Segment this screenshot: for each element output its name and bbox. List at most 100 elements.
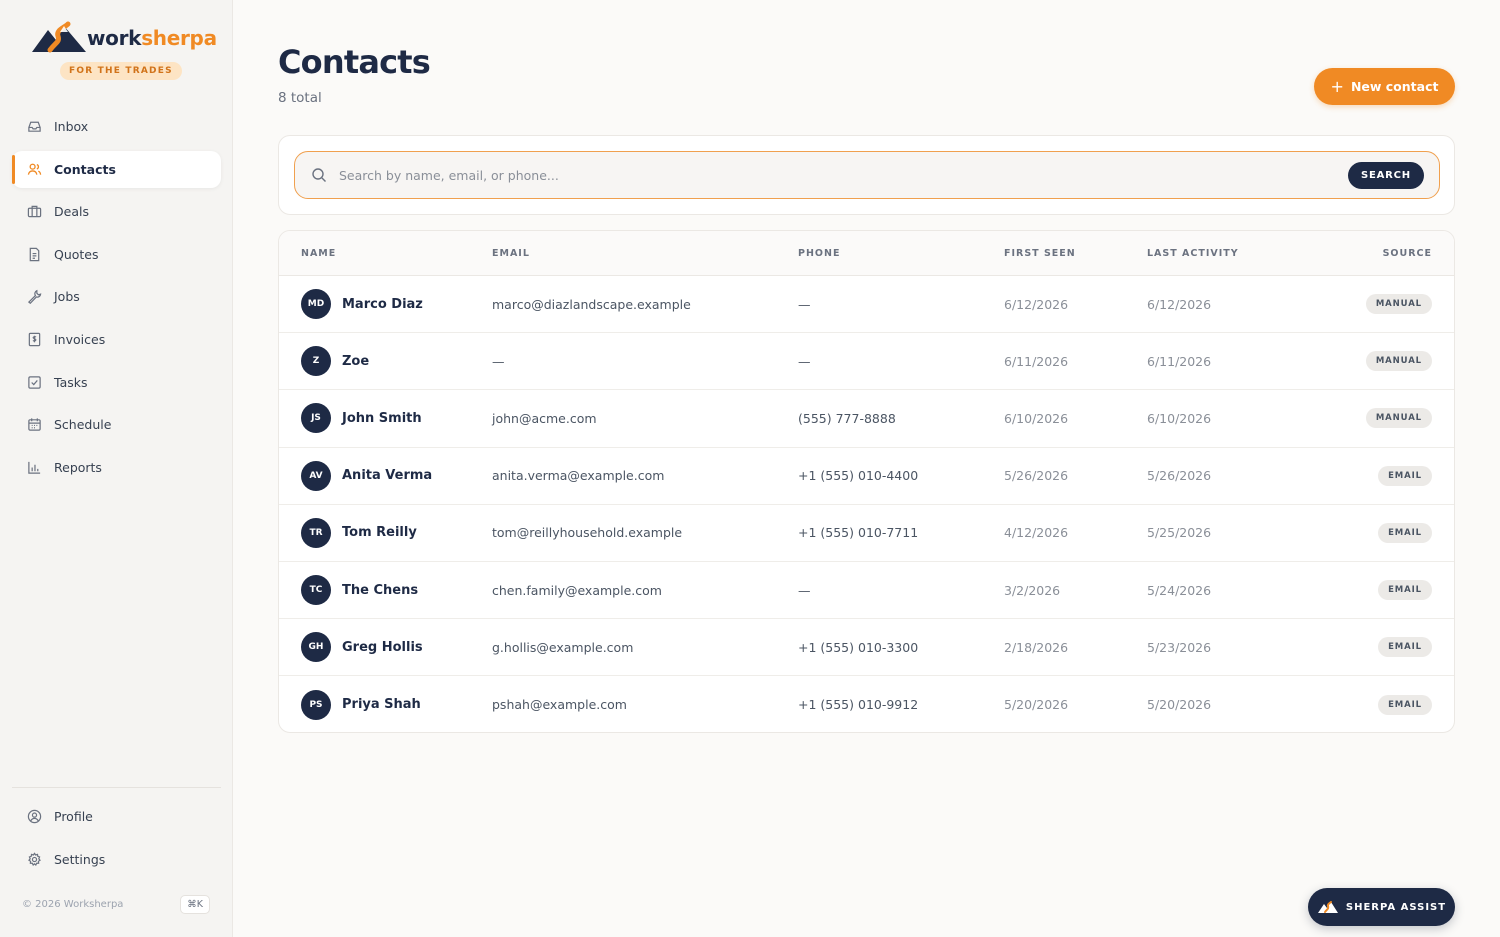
sidebar: worksherpa FOR THE TRADES Inbox Contacts…	[0, 0, 233, 937]
sidebar-item-inbox[interactable]: Inbox	[12, 108, 221, 145]
contact-email: john@acme.com	[492, 410, 597, 426]
sidebar-item-label: Deals	[54, 204, 89, 220]
table-row[interactable]: AV Anita Verma anita.verma@example.com +1…	[279, 448, 1454, 505]
contact-first-seen: 6/12/2026	[1004, 296, 1069, 312]
contact-count: 8 total	[278, 90, 322, 106]
contact-phone: —	[798, 582, 811, 598]
contact-first-seen: 3/2/2026	[1004, 582, 1061, 598]
avatar: MD	[301, 289, 331, 320]
briefcase-icon	[26, 204, 42, 220]
column-header-first-seen[interactable]: FIRST SEEN	[1004, 248, 1147, 259]
sidebar-item-label: Tasks	[54, 374, 88, 390]
contact-phone: +1 (555) 010-4400	[798, 468, 919, 484]
mountain-logo-icon	[32, 21, 86, 53]
contact-name[interactable]: John Smith	[342, 411, 422, 426]
inbox-icon	[26, 119, 42, 135]
table-row[interactable]: TR Tom Reilly tom@reillyhousehold.example…	[279, 505, 1454, 562]
search-button[interactable]: SEARCH	[1348, 161, 1424, 189]
source-badge: EMAIL	[1378, 694, 1432, 715]
brand-name: worksherpa	[87, 26, 217, 50]
table-row[interactable]: GH Greg Hollis g.hollis@example.com +1 (5…	[279, 619, 1454, 677]
sidebar-item-jobs[interactable]: Jobs	[12, 278, 221, 315]
contact-name[interactable]: Marco Diaz	[342, 297, 423, 312]
contact-phone: (555) 777-8888	[798, 410, 896, 426]
sherpa-assist-button[interactable]: SHERPA ASSIST	[1308, 888, 1455, 926]
source-badge: MANUAL	[1365, 408, 1432, 429]
contact-last-activity: 5/25/2026	[1147, 525, 1212, 541]
calendar-icon	[26, 417, 42, 433]
contact-email: anita.verma@example.com	[492, 468, 665, 484]
avatar: Z	[301, 346, 331, 377]
search-icon	[312, 168, 326, 182]
document-icon	[26, 246, 42, 262]
sidebar-item-label: Settings	[54, 851, 106, 867]
table-row[interactable]: MD Marco Diaz marco@diazlandscape.example…	[279, 276, 1454, 334]
contact-first-seen: 4/12/2026	[1004, 525, 1069, 541]
users-icon	[26, 161, 42, 177]
source-badge: EMAIL	[1378, 580, 1432, 601]
sidebar-item-invoices[interactable]: Invoices	[12, 321, 221, 358]
brand-logo[interactable]: worksherpa FOR THE TRADES	[30, 20, 217, 84]
sidebar-item-contacts[interactable]: Contacts	[12, 150, 221, 188]
search-bar: SEARCH	[294, 151, 1440, 199]
sidebar-item-schedule[interactable]: Schedule	[12, 406, 221, 443]
contact-email: chen.family@example.com	[492, 582, 662, 598]
column-header-email[interactable]: EMAIL	[492, 248, 798, 259]
contact-phone: +1 (555) 010-7711	[798, 525, 919, 541]
source-badge: MANUAL	[1365, 294, 1432, 315]
contact-name[interactable]: Tom Reilly	[342, 525, 417, 540]
invoice-icon	[26, 331, 42, 347]
command-palette-shortcut[interactable]: ⌘K	[180, 894, 210, 914]
sherpa-assist-label: SHERPA ASSIST	[1345, 901, 1447, 913]
sidebar-item-quotes[interactable]: Quotes	[12, 236, 221, 273]
new-contact-button[interactable]: + New contact	[1314, 68, 1455, 105]
contact-email: tom@reillyhousehold.example	[492, 525, 683, 541]
avatar: PS	[301, 689, 331, 720]
sidebar-item-settings[interactable]: Settings	[12, 841, 221, 878]
contact-name[interactable]: Zoe	[342, 354, 369, 369]
sidebar-nav: Inbox Contacts Deals Quotes Jobs Invoice…	[12, 108, 221, 491]
avatar: GH	[301, 632, 331, 663]
table-row[interactable]: PS Priya Shah pshah@example.com +1 (555) …	[279, 676, 1454, 732]
contact-email: —	[492, 353, 505, 369]
column-header-source[interactable]: SOURCE	[1327, 248, 1454, 259]
new-contact-label: New contact	[1350, 79, 1439, 94]
search-input[interactable]	[339, 160, 1348, 190]
sidebar-item-profile[interactable]: Profile	[12, 798, 221, 835]
sidebar-item-reports[interactable]: Reports	[12, 449, 221, 486]
sidebar-item-label: Schedule	[54, 417, 112, 433]
contact-name[interactable]: Priya Shah	[342, 697, 421, 712]
contact-last-activity: 6/12/2026	[1147, 296, 1212, 312]
contact-email: pshah@example.com	[492, 697, 627, 713]
table-row[interactable]: Z Zoe — — 6/11/2026 6/11/2026 MANUAL	[279, 333, 1454, 391]
contact-name[interactable]: Greg Hollis	[342, 640, 423, 655]
sidebar-item-tasks[interactable]: Tasks	[12, 364, 221, 401]
contact-email: marco@diazlandscape.example	[492, 296, 691, 312]
sidebar-item-label: Contacts	[54, 161, 116, 177]
brand-tagline: FOR THE TRADES	[60, 62, 182, 80]
column-header-last-activity[interactable]: LAST ACTIVITY	[1147, 248, 1327, 259]
contact-first-seen: 2/18/2026	[1004, 639, 1069, 655]
contact-phone: +1 (555) 010-9912	[798, 697, 919, 713]
search-card: SEARCH	[278, 135, 1455, 215]
checkbox-icon	[26, 374, 42, 390]
contact-last-activity: 5/23/2026	[1147, 639, 1212, 655]
column-header-phone[interactable]: PHONE	[798, 248, 1004, 259]
sidebar-bottom-nav: Profile Settings	[12, 798, 221, 883]
source-badge: EMAIL	[1378, 465, 1432, 486]
sidebar-item-deals[interactable]: Deals	[12, 193, 221, 230]
wrench-icon	[26, 289, 42, 305]
table-row[interactable]: JS John Smith john@acme.com (555) 777-888…	[279, 390, 1454, 448]
contact-last-activity: 5/20/2026	[1147, 697, 1212, 713]
contact-email: g.hollis@example.com	[492, 639, 634, 655]
avatar: TR	[301, 517, 331, 548]
contact-phone: —	[798, 296, 811, 312]
column-header-name[interactable]: NAME	[279, 248, 492, 259]
contact-name[interactable]: Anita Verma	[342, 468, 432, 483]
avatar: TC	[301, 575, 331, 606]
contact-name[interactable]: The Chens	[342, 583, 418, 598]
contact-first-seen: 5/26/2026	[1004, 468, 1069, 484]
sidebar-footer: © 2026 Worksherpa ⌘K	[22, 893, 210, 915]
table-row[interactable]: TC The Chens chen.family@example.com — 3/…	[279, 562, 1454, 620]
table-header: NAME EMAIL PHONE FIRST SEEN LAST ACTIVIT…	[279, 231, 1454, 276]
